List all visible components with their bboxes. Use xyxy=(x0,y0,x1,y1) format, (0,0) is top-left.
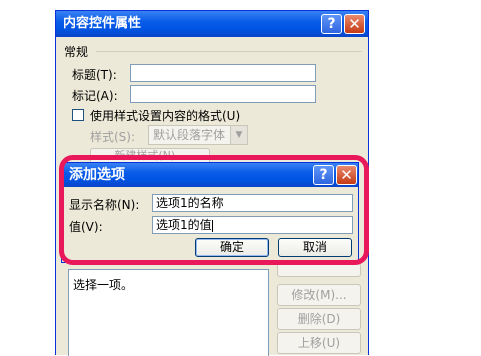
tag-input[interactable] xyxy=(130,85,316,103)
display-name-input[interactable]: 选项1的名称 xyxy=(152,194,353,212)
display-name-label: 显示名称(N): xyxy=(69,198,140,212)
modify-button[interactable]: 修改(M)... xyxy=(277,284,361,306)
use-style-label: 使用样式设置内容的格式(U) xyxy=(90,109,241,123)
value-input[interactable]: 选项1的值 xyxy=(152,216,353,234)
parent-close-button[interactable]: ✕ xyxy=(344,14,365,34)
title-input[interactable] xyxy=(130,64,316,82)
value-label: 值(V): xyxy=(69,220,103,234)
dialog-title: 添加选项 xyxy=(69,167,125,183)
style-select[interactable]: 默认段落字体 ▼ xyxy=(148,125,248,145)
chevron-down-icon: ▼ xyxy=(230,126,247,144)
list-item[interactable]: 选择一项。 xyxy=(73,276,133,293)
section-general-label: 常规 xyxy=(64,45,89,59)
dialog-title-bar[interactable]: 添加选项 ? ✕ xyxy=(62,163,358,187)
use-style-checkbox[interactable] xyxy=(72,109,84,121)
parent-title: 内容控件属性 xyxy=(63,16,142,31)
display-name-value: 选项1的名称 xyxy=(156,196,224,210)
parent-help-button[interactable]: ? xyxy=(321,14,342,34)
tag-field-label: 标记(A): xyxy=(72,89,118,103)
add-choice-dialog: 添加选项 ? ✕ 显示名称(N): 选项1的名称 值(V): 选项1的值 确定 … xyxy=(61,162,359,263)
move-up-button[interactable]: 上移(U) xyxy=(277,332,361,354)
delete-button[interactable]: 删除(D) xyxy=(277,308,361,330)
cancel-button[interactable]: 取消 xyxy=(278,238,352,257)
add-button[interactable] xyxy=(277,263,361,277)
value-value: 选项1的值 xyxy=(156,218,212,232)
parent-title-bar[interactable]: 内容控件属性 ? ✕ xyxy=(56,11,368,37)
style-select-value: 默认段落字体 xyxy=(153,128,226,142)
text-cursor xyxy=(211,219,213,232)
group-divider xyxy=(96,51,362,52)
title-field-label: 标题(T): xyxy=(72,68,117,82)
dialog-help-button[interactable]: ? xyxy=(313,165,334,185)
dropdown-list-box[interactable]: 选择一项。 xyxy=(68,269,269,356)
ok-button[interactable]: 确定 xyxy=(195,238,269,257)
dialog-close-button[interactable]: ✕ xyxy=(336,165,357,185)
style-field-label: 样式(S): xyxy=(90,130,136,144)
